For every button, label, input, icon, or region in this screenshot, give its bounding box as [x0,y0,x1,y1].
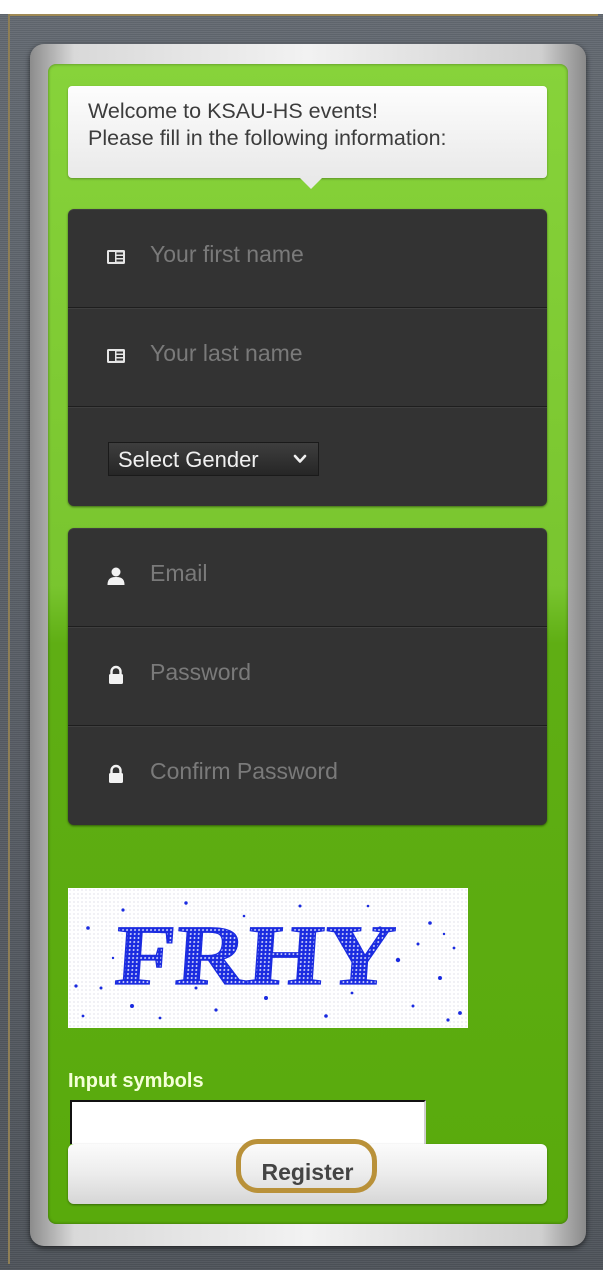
welcome-bubble-tip [300,178,322,189]
confirm-password-placeholder: Confirm Password [150,758,338,784]
chevron-down-icon [293,454,307,463]
left-border [8,14,10,1264]
last-name-field[interactable]: Your last name [68,307,547,406]
gender-select-value: Select Gender [118,447,259,472]
gender-row: Select Gender [68,406,547,507]
last-name-placeholder: Your last name [150,340,303,366]
user-icon [107,567,125,585]
password-placeholder: Password [150,659,251,685]
welcome-line-2: Please fill in the following information… [88,126,447,150]
captcha-text: FRHY [112,907,399,1003]
top-strip [0,0,603,14]
gender-select[interactable]: Select Gender [108,442,319,476]
top-border [8,14,598,16]
welcome-text: Welcome to KSAU-HS events! Please fill in… [88,98,538,152]
register-button[interactable]: Register [68,1139,547,1204]
account-info-panel: Email Password Confirm Password [68,528,547,825]
password-field[interactable]: Password [68,626,547,725]
id-card-icon [107,250,125,264]
email-field[interactable]: Email [68,528,547,626]
lock-icon [109,764,123,783]
email-placeholder: Email [150,560,208,586]
captcha-image: FRHY [68,888,468,1028]
personal-info-panel: Your first name Your last name Select Ge… [68,209,547,506]
id-card-icon [107,349,125,363]
captcha-input-label: Input symbols [68,1070,204,1092]
lock-icon [109,665,123,684]
captcha-graphic: FRHY [68,888,468,1028]
confirm-password-field[interactable]: Confirm Password [68,725,547,826]
welcome-bubble: Welcome to KSAU-HS events! Please fill in… [68,86,547,178]
first-name-placeholder: Your first name [150,241,304,267]
captcha-input[interactable] [70,1100,426,1144]
register-label: Register [261,1159,354,1185]
first-name-field[interactable]: Your first name [68,209,547,307]
welcome-line-1: Welcome to KSAU-HS events! [88,99,378,123]
